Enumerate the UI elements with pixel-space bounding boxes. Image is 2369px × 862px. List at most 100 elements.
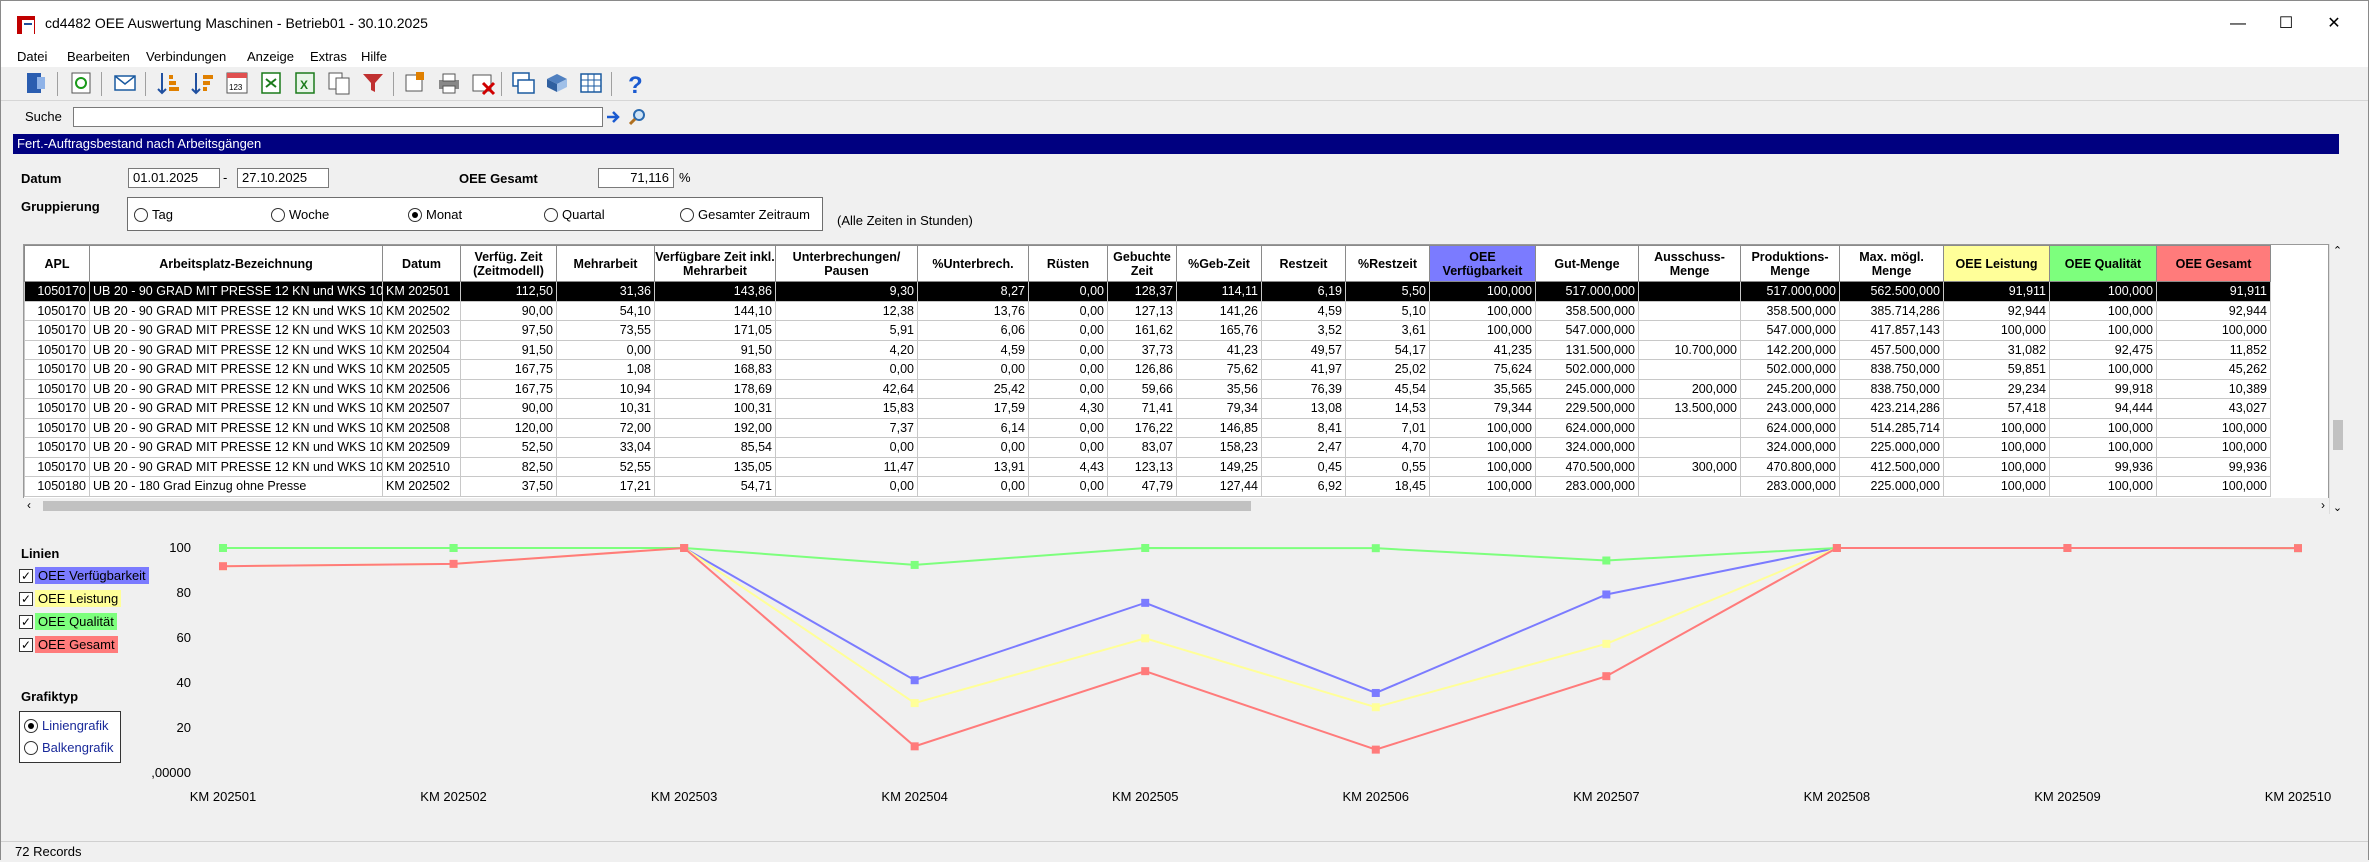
maximize-button[interactable]: ☐ xyxy=(2263,11,2309,37)
table-cell: 100,000 xyxy=(1429,456,1536,477)
delete-table-icon[interactable] xyxy=(469,69,497,97)
legend-item[interactable]: ✓ OEE Qualität xyxy=(19,613,117,630)
filter-icon[interactable] xyxy=(359,69,387,97)
menu-bearbeiten[interactable]: Bearbeiten xyxy=(67,47,130,67)
table-cell: 100,000 xyxy=(1429,437,1536,458)
radio-balkengrafik[interactable]: Balkengrafik xyxy=(24,740,114,755)
scroll-up-icon[interactable]: ⌃ xyxy=(2330,244,2345,257)
exit-icon[interactable] xyxy=(23,69,51,97)
column-header[interactable]: OEE Gesamt xyxy=(2156,245,2271,282)
table-cell: 245.000,000 xyxy=(1535,378,1639,399)
scroll-left-icon[interactable]: ‹ xyxy=(27,498,31,512)
properties-icon[interactable] xyxy=(401,69,429,97)
table-row[interactable]: 1050170 UB 20 - 90 GRAD MIT PRESSE 12 KN … xyxy=(24,339,2271,360)
table-row[interactable]: 1050170 UB 20 - 90 GRAD MIT PRESSE 12 KN … xyxy=(24,398,2271,419)
checkbox-icon[interactable]: ✓ xyxy=(19,591,33,606)
column-header[interactable]: Restzeit xyxy=(1261,245,1346,282)
search-input[interactable] xyxy=(73,107,603,127)
checkbox-icon[interactable]: ✓ xyxy=(19,637,33,652)
table-cell: 6,19 xyxy=(1261,281,1346,302)
table-row[interactable]: 1050170 UB 20 - 90 GRAD MIT PRESSE 12 KN … xyxy=(24,417,2271,438)
radio-liniengrafik[interactable]: Liniengrafik xyxy=(24,718,109,733)
menu-extras[interactable]: Extras xyxy=(310,47,347,67)
table-row[interactable]: 1050170 UB 20 - 90 GRAD MIT PRESSE 12 KN … xyxy=(24,300,2271,321)
table-row[interactable]: 1050170 UB 20 - 90 GRAD MIT PRESSE 12 KN … xyxy=(24,281,2271,302)
sort-descending-icon[interactable] xyxy=(189,69,217,97)
vertical-scroll-thumb[interactable] xyxy=(2333,420,2343,450)
copy-icon[interactable] xyxy=(325,69,353,97)
legend-item[interactable]: ✓ OEE Leistung xyxy=(19,590,122,607)
column-header[interactable]: Unterbrechungen/ Pausen xyxy=(775,245,918,282)
legend-item[interactable]: ✓ OEE Verfügbarkeit xyxy=(19,567,149,584)
excel-icon[interactable]: X xyxy=(291,69,319,97)
search-go-icon[interactable] xyxy=(605,109,623,125)
column-header[interactable]: Gut-Menge xyxy=(1535,245,1639,282)
column-header[interactable]: Produktions-Menge xyxy=(1740,245,1840,282)
table-row[interactable]: 1050180 UB 20 - 180 Grad Einzug ohne Pres… xyxy=(24,476,2271,497)
horizontal-scroll-thumb[interactable] xyxy=(43,501,1251,511)
column-header[interactable]: OEE Leistung xyxy=(1943,245,2050,282)
table-row[interactable]: 1050170 UB 20 - 90 GRAD MIT PRESSE 12 KN … xyxy=(24,437,2271,458)
table-cell: 85,54 xyxy=(654,437,776,458)
column-header[interactable]: OEE Qualität xyxy=(2049,245,2157,282)
table-row[interactable]: 1050170 UB 20 - 90 GRAD MIT PRESSE 12 KN … xyxy=(24,359,2271,380)
column-header[interactable]: Ausschuss-Menge xyxy=(1638,245,1741,282)
table-cell: 35,56 xyxy=(1176,378,1262,399)
radio-tag[interactable]: Tag xyxy=(134,207,173,222)
table-cell: 562.500,000 xyxy=(1839,281,1944,302)
minimize-button[interactable]: — xyxy=(2215,11,2261,37)
column-header[interactable]: Rüsten xyxy=(1028,245,1108,282)
x-tick-label: KM 202502 xyxy=(420,789,487,804)
table-cell: 45,262 xyxy=(2156,359,2271,380)
column-header[interactable]: Verfügbare Zeit inkl. Mehrarbeit xyxy=(654,245,776,282)
horizontal-scrollbar[interactable]: ‹ › xyxy=(23,498,2329,514)
checkbox-icon[interactable]: ✓ xyxy=(19,614,33,629)
column-header[interactable]: APL xyxy=(24,245,90,282)
radio-woche[interactable]: Woche xyxy=(271,207,329,222)
column-header[interactable]: %Unterbrech. xyxy=(917,245,1029,282)
x-tick-label: KM 202501 xyxy=(190,789,257,804)
date-to-field[interactable]: 27.10.2025 xyxy=(237,168,329,188)
refresh-icon[interactable] xyxy=(67,69,95,97)
table-cell: 1050170 xyxy=(24,437,90,458)
export-icon[interactable] xyxy=(257,69,285,97)
print-icon[interactable] xyxy=(435,69,463,97)
help-icon[interactable]: ? xyxy=(621,69,649,99)
column-header[interactable]: Verfüg. Zeit (Zeitmodell) xyxy=(460,245,557,282)
column-header[interactable]: Datum xyxy=(382,245,461,282)
table-row[interactable]: 1050170 UB 20 - 90 GRAD MIT PRESSE 12 KN … xyxy=(24,378,2271,399)
menu-anzeige[interactable]: Anzeige xyxy=(247,47,294,67)
column-header[interactable]: %Geb-Zeit xyxy=(1176,245,1262,282)
column-header[interactable]: Mehrarbeit xyxy=(556,245,655,282)
checkbox-icon[interactable]: ✓ xyxy=(19,568,33,583)
sort-ascending-icon[interactable] xyxy=(155,69,183,97)
menu-verbindungen[interactable]: Verbindungen xyxy=(146,47,226,67)
sort-numeric-icon[interactable]: 123 xyxy=(223,69,251,97)
table-view-icon[interactable] xyxy=(577,69,605,97)
radio-monat[interactable]: Monat xyxy=(408,207,462,222)
table-cell: 0,00 xyxy=(556,339,655,360)
windows-icon[interactable] xyxy=(509,69,537,97)
table-cell: 11,47 xyxy=(775,456,918,477)
close-button[interactable]: ✕ xyxy=(2311,11,2357,37)
legend-label: OEE Leistung xyxy=(35,590,122,607)
scroll-down-icon[interactable]: ⌄ xyxy=(2330,501,2345,514)
date-from-field[interactable]: 01.01.2025 xyxy=(128,168,220,188)
table-row[interactable]: 1050170 UB 20 - 90 GRAD MIT PRESSE 12 KN … xyxy=(24,320,2271,341)
menu-datei[interactable]: Datei xyxy=(17,47,47,67)
scroll-right-icon[interactable]: › xyxy=(2321,498,2325,512)
column-header[interactable]: Max. mögl. Menge xyxy=(1839,245,1944,282)
column-header[interactable]: OEE Verfügbarkeit xyxy=(1429,245,1536,282)
radio-gesamter-zeitraum[interactable]: Gesamter Zeitraum xyxy=(680,207,810,222)
radio-quartal[interactable]: Quartal xyxy=(544,207,605,222)
column-header[interactable]: %Restzeit xyxy=(1345,245,1430,282)
column-header[interactable]: Arbeitsplatz-Bezeichnung xyxy=(89,245,383,282)
vertical-scrollbar[interactable]: ⌃ ⌄ xyxy=(2329,244,2345,514)
legend-item[interactable]: ✓ OEE Gesamt xyxy=(19,636,118,653)
book-icon[interactable] xyxy=(543,69,571,97)
table-row[interactable]: 1050170 UB 20 - 90 GRAD MIT PRESSE 12 KN … xyxy=(24,456,2271,477)
menu-hilfe[interactable]: Hilfe xyxy=(361,47,387,67)
column-header[interactable]: Gebuchte Zeit xyxy=(1107,245,1177,282)
mail-icon[interactable] xyxy=(111,69,139,97)
search-icon[interactable] xyxy=(627,107,647,127)
